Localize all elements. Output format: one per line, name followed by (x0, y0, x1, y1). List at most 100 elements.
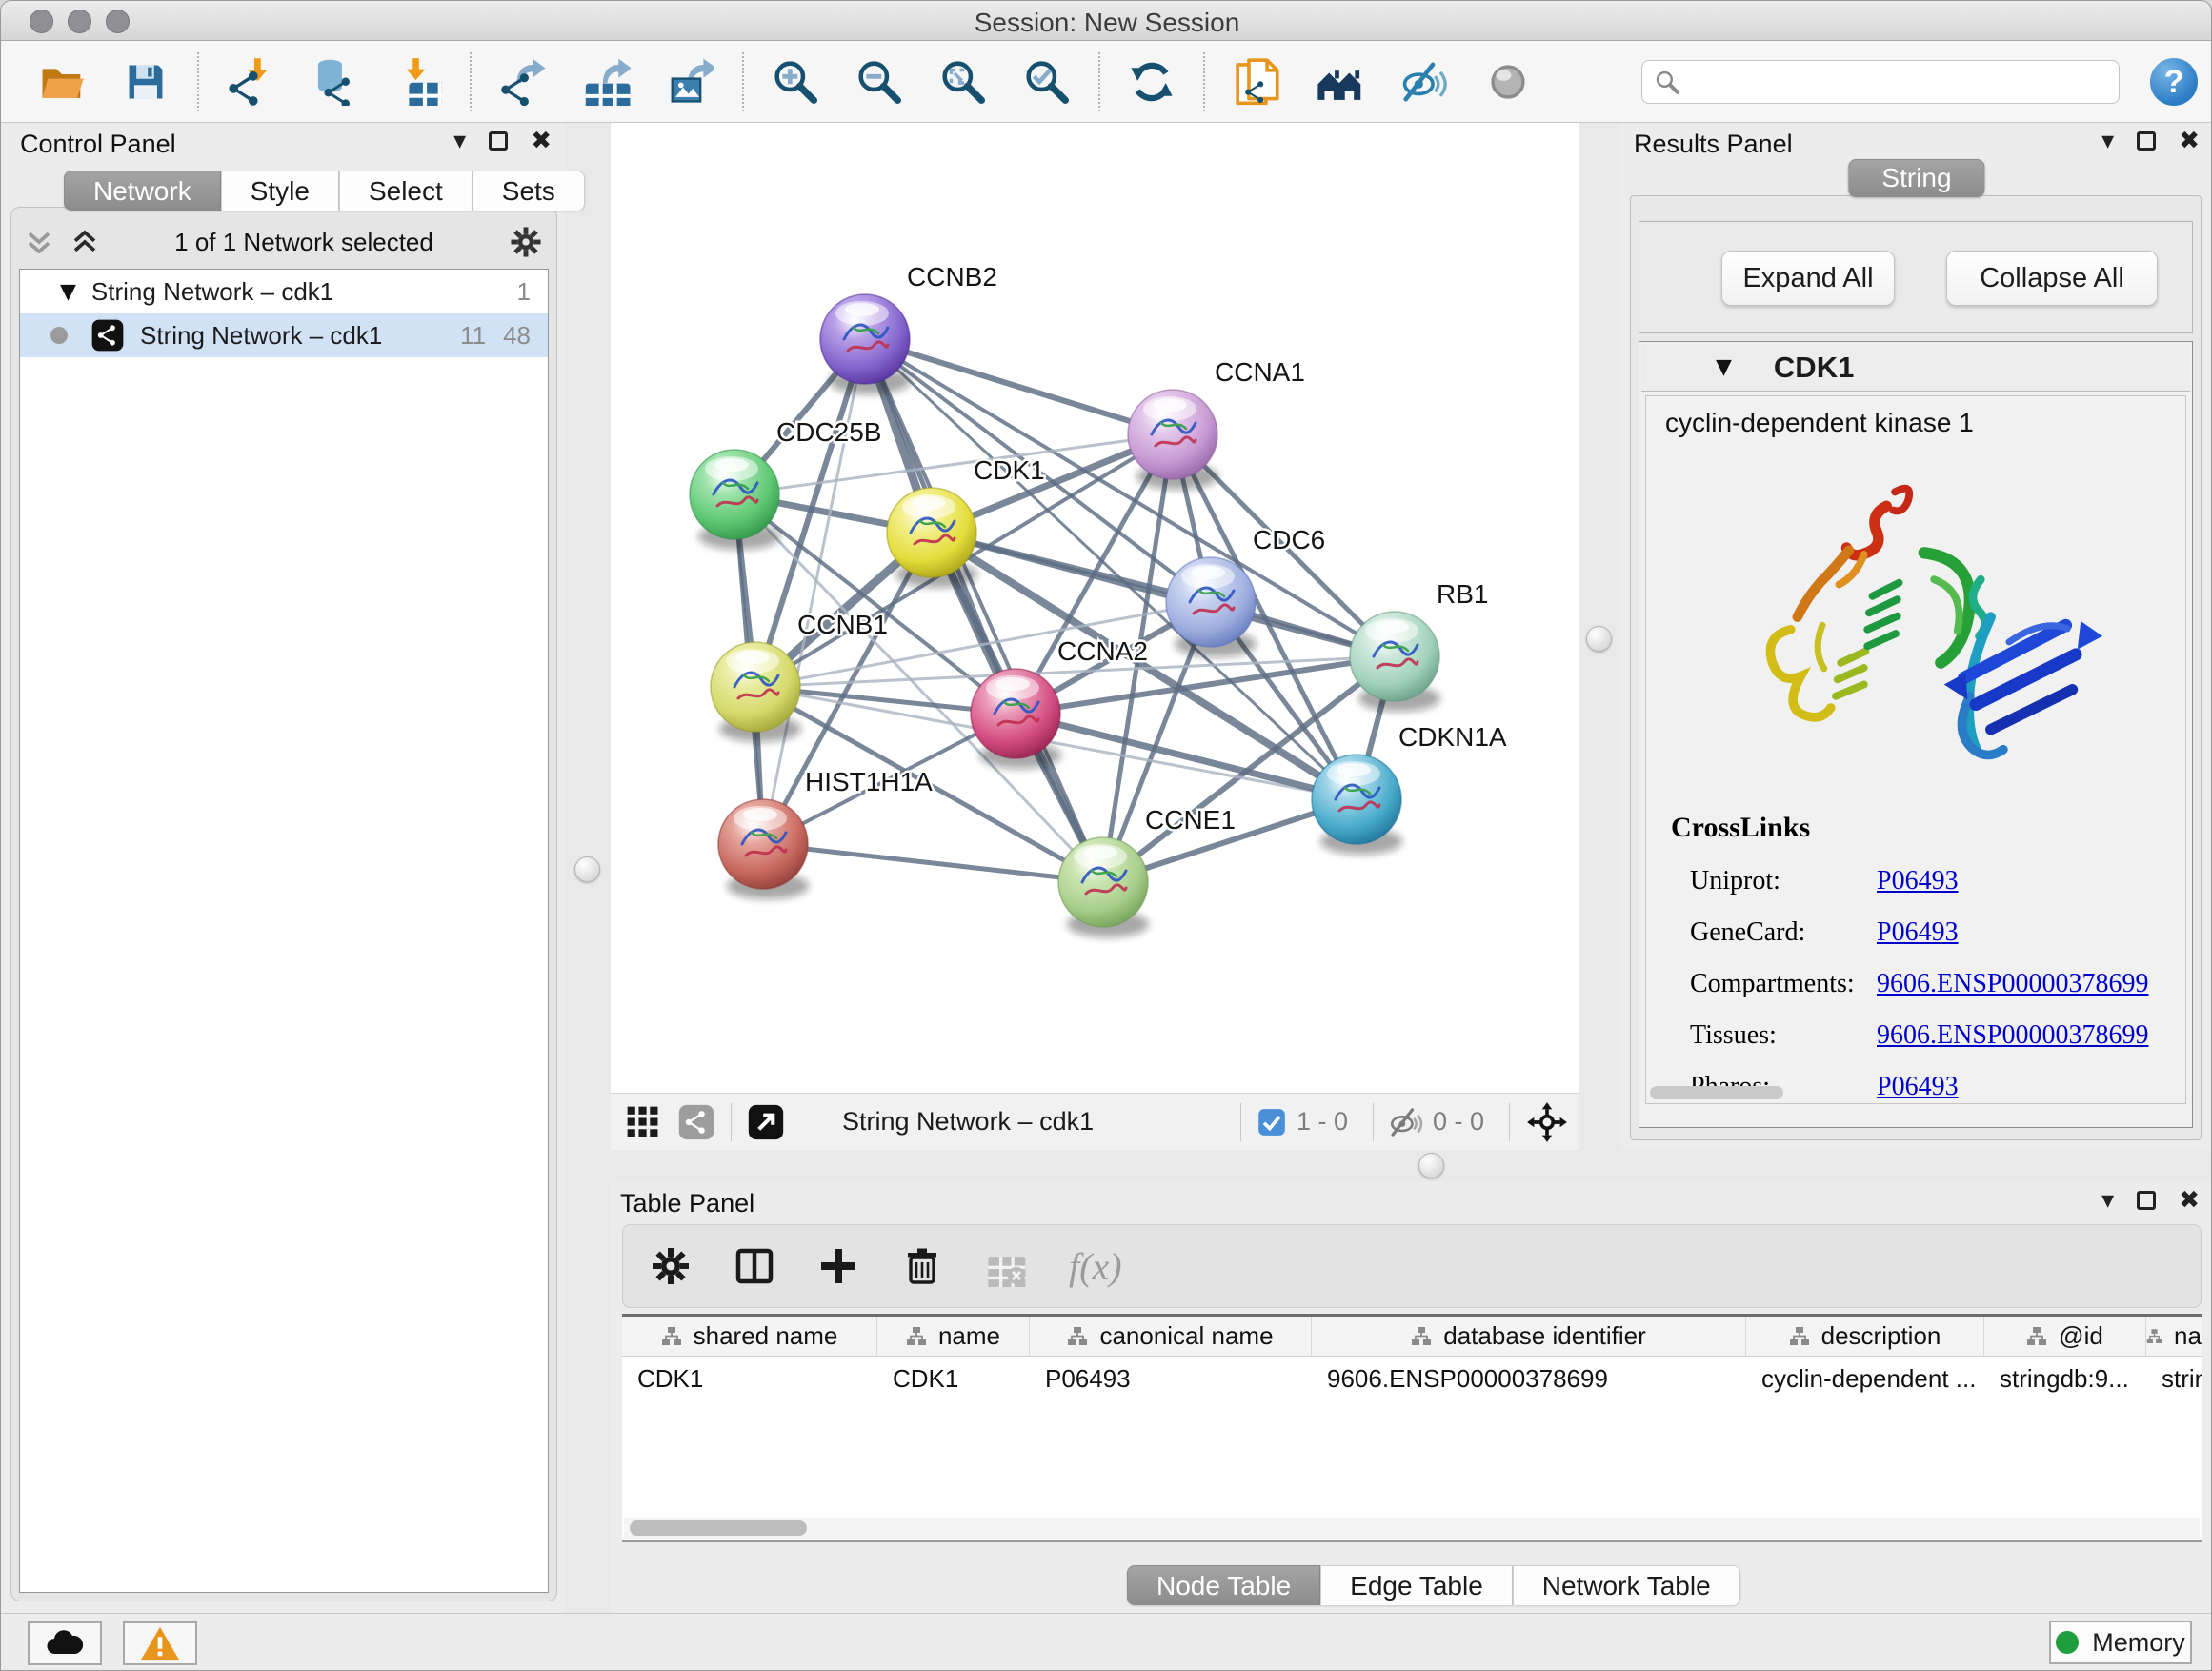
zoom-out-button[interactable] (855, 57, 904, 107)
string-home-button[interactable] (1316, 57, 1365, 107)
expand-all-icon[interactable] (70, 228, 99, 256)
gear-icon[interactable] (509, 225, 543, 259)
collapse-all-icon[interactable] (25, 228, 53, 256)
close-panel-icon[interactable]: ✖ (531, 127, 552, 155)
column-header--id[interactable]: @id (1984, 1317, 2146, 1356)
import-network-database-button[interactable] (310, 57, 359, 107)
table-cell[interactable]: 9606.ENSP00000378699 (1312, 1357, 1746, 1400)
edge-CCNB2-CCNA1[interactable] (865, 339, 1173, 434)
tab-style[interactable]: Style (221, 171, 339, 211)
function-builder-icon[interactable]: f(x) (1069, 1244, 1122, 1289)
refresh-network-button[interactable] (1127, 57, 1176, 107)
gear-icon[interactable] (650, 1245, 692, 1287)
panel-menu-icon[interactable]: ▾ (2101, 127, 2114, 155)
save-session-button[interactable] (121, 57, 171, 107)
node-CDC25B[interactable]: CDC25B (690, 417, 881, 550)
import-network-file-button[interactable] (226, 57, 275, 107)
table-cell[interactable]: cyclin-dependent ... (1746, 1357, 1984, 1400)
disclosure-triangle-icon[interactable]: ▼ (60, 280, 76, 304)
string-protein-query-button[interactable] (1232, 57, 1281, 107)
column-header-database-identifier[interactable]: database identifier (1312, 1317, 1746, 1356)
zoom-fit-button[interactable] (938, 57, 988, 107)
node-HIST1H1A[interactable]: HIST1H1A (718, 767, 933, 899)
expand-all-button[interactable]: Expand All (1721, 251, 1895, 306)
edge-HIST1H1A-CCNE1[interactable] (763, 844, 1103, 882)
protein-entry-header[interactable]: ▼ CDK1 (1641, 344, 2190, 392)
float-panel-icon[interactable] (2137, 131, 2156, 151)
table-cell[interactable]: P06493 (1030, 1357, 1312, 1400)
collapse-all-button[interactable]: Collapse All (1946, 251, 2158, 306)
memory-button[interactable]: Memory (2049, 1621, 2192, 1664)
float-panel-icon[interactable] (489, 131, 508, 151)
vertical-splitter-left[interactable] (565, 123, 611, 1150)
column-header-canonical-name[interactable]: canonical name (1030, 1317, 1312, 1356)
node-CCNA1[interactable]: CCNA1 (1128, 357, 1305, 490)
string-glass-toggle-button[interactable] (1399, 57, 1449, 107)
results-hscrollbar[interactable] (1650, 1086, 1783, 1099)
birdseye-grid-icon[interactable] (624, 1103, 662, 1141)
selected-checkbox-icon[interactable] (1257, 1107, 1287, 1137)
crosslink-link[interactable]: 9606.ENSP00000378699 (1877, 1020, 2148, 1051)
panel-menu-icon[interactable]: ▾ (2101, 1186, 2114, 1215)
vertical-splitter-right[interactable] (1579, 123, 1620, 1150)
search-input[interactable] (1641, 60, 2120, 104)
tab-edge-table[interactable]: Edge Table (1320, 1565, 1513, 1605)
string-sphere-toggle-button[interactable] (1483, 57, 1533, 107)
export-network-button[interactable] (498, 57, 548, 107)
crosslink-link[interactable]: P06493 (1877, 866, 1959, 896)
table-cell[interactable]: CDK1 (622, 1357, 877, 1400)
zoom-selected-button[interactable] (1022, 57, 1072, 107)
delete-table-icon[interactable] (985, 1245, 1027, 1287)
hidden-eye-slash-icon[interactable] (1389, 1105, 1423, 1139)
node-CCNE1[interactable]: CCNE1 (1058, 805, 1236, 937)
close-panel-icon[interactable]: ✖ (2179, 1186, 2200, 1215)
disclosure-triangle-icon[interactable]: ▼ (1716, 355, 1732, 379)
node-CDKN1A[interactable]: CDKN1A (1312, 722, 1507, 855)
tab-network[interactable]: Network (64, 171, 221, 211)
node-RB1[interactable]: RB1 (1350, 579, 1488, 712)
node-CCNB1[interactable]: CCNB1 (711, 610, 888, 742)
network-canvas[interactable]: CCNB2CCNA1CDC25BCDK1CDC6RB1CCNB1CCNA2CDK… (611, 123, 1579, 1093)
column-header-description[interactable]: description (1746, 1317, 1984, 1356)
column-header-shared-name[interactable]: shared name (622, 1317, 877, 1356)
crosslink-link[interactable]: P06493 (1877, 1072, 1959, 1102)
edge-CCNB2-CCNE1[interactable] (865, 339, 1103, 882)
panel-menu-icon[interactable]: ▾ (453, 127, 466, 155)
node-CDC6[interactable]: CDC6 (1166, 525, 1325, 657)
column-header-name[interactable]: name (877, 1317, 1030, 1356)
tab-node-table[interactable]: Node Table (1127, 1565, 1320, 1605)
horizontal-splitter[interactable] (565, 1150, 2212, 1182)
zoom-in-button[interactable] (771, 57, 820, 107)
table-cell[interactable]: CDK1 (877, 1357, 1030, 1400)
open-in-window-icon[interactable] (747, 1103, 785, 1141)
table-cell[interactable]: stringdb:9... (1984, 1357, 2146, 1400)
tab-string[interactable]: String (1848, 159, 1984, 197)
table-cell[interactable]: stringdb (2146, 1357, 2202, 1400)
close-panel-icon[interactable]: ✖ (2179, 127, 2200, 155)
tab-select[interactable]: Select (339, 171, 473, 211)
annotations-share-icon[interactable] (677, 1103, 715, 1141)
splitter-knob[interactable] (1418, 1153, 1444, 1178)
add-icon[interactable] (817, 1245, 859, 1287)
crosslink-link[interactable]: P06493 (1877, 917, 1959, 948)
table-row[interactable]: CDK1CDK1P064939606.ENSP00000378699cyclin… (622, 1357, 2202, 1400)
help-button[interactable]: ? (2150, 58, 2198, 106)
tab-network-table[interactable]: Network Table (1513, 1565, 1740, 1605)
column-header-namespac[interactable]: namespac (2146, 1317, 2202, 1356)
import-table-file-button[interactable] (393, 57, 443, 107)
export-table-button[interactable] (582, 57, 632, 107)
splitter-knob[interactable] (1586, 626, 1612, 652)
export-image-button[interactable] (666, 57, 715, 107)
scrollbar-thumb[interactable] (630, 1520, 807, 1536)
trash-icon[interactable] (901, 1245, 943, 1287)
splitter-knob[interactable] (574, 856, 600, 882)
network-row[interactable]: String Network – cdk1 11 48 (20, 313, 548, 357)
warnings-button[interactable] (123, 1621, 197, 1665)
node-CCNA2[interactable]: CCNA2 (971, 636, 1148, 769)
columns-icon[interactable] (734, 1245, 775, 1287)
open-session-button[interactable] (37, 57, 87, 107)
tab-sets[interactable]: Sets (473, 171, 585, 211)
fit-crosshair-icon[interactable] (1525, 1100, 1569, 1144)
table-hscrollbar[interactable] (624, 1518, 2200, 1539)
crosslink-link[interactable]: 9606.ENSP00000378699 (1877, 969, 2148, 999)
